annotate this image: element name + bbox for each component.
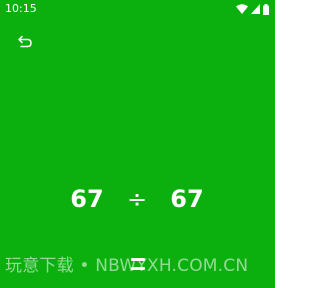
wifi-icon bbox=[236, 4, 248, 14]
screen: 10:15 67 ÷ 67 玩意下载 • NBWYXH.COM.CN bbox=[0, 0, 275, 288]
back-button[interactable] bbox=[14, 32, 36, 54]
status-bar: 10:15 bbox=[0, 0, 275, 20]
status-time: 10:15 bbox=[5, 2, 37, 15]
back-arrow-icon bbox=[17, 34, 33, 53]
battery-icon bbox=[263, 3, 269, 15]
signal-icon bbox=[251, 4, 260, 14]
equals-icon bbox=[131, 258, 145, 270]
left-operand: 67 bbox=[70, 185, 104, 213]
equation: 67 ÷ 67 bbox=[0, 182, 275, 216]
status-icons bbox=[236, 3, 269, 15]
division-operator: ÷ bbox=[126, 185, 148, 213]
right-operand: 67 bbox=[170, 185, 204, 213]
watermark: 玩意下载 • NBWYXH.COM.CN bbox=[5, 256, 249, 276]
